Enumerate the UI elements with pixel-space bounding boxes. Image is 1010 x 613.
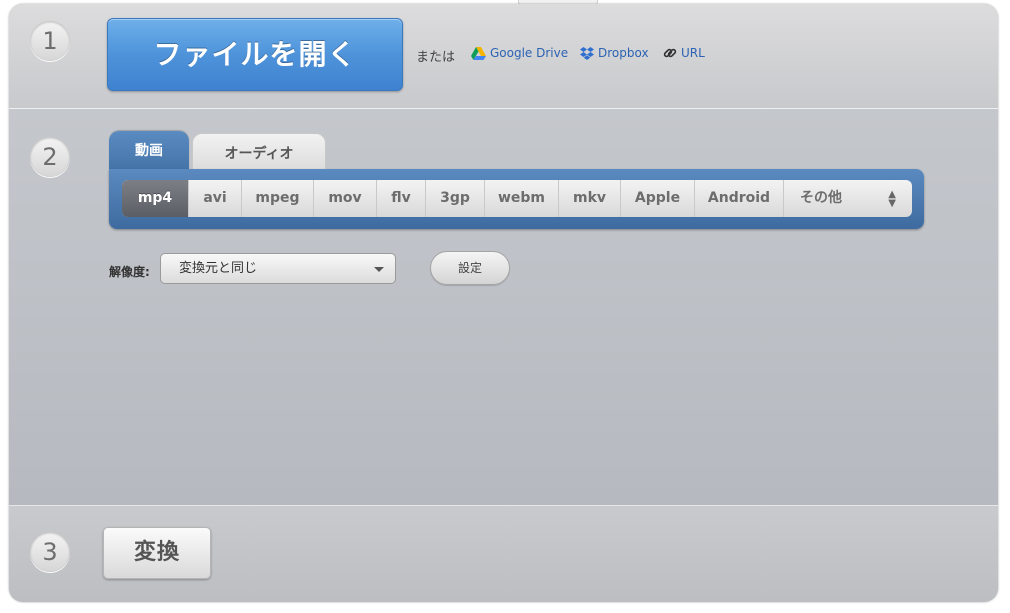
format-mp4[interactable]: mp4 bbox=[122, 180, 189, 217]
resolution-label: 解像度: bbox=[109, 265, 150, 279]
step-number-2: 2 bbox=[30, 137, 70, 177]
step-convert-section: 3 変換 bbox=[9, 506, 998, 602]
format-flv[interactable]: flv bbox=[377, 180, 426, 217]
step-format-section: 2 動画 オーディオ mp4 avi mpeg mov flv 3gp webm… bbox=[9, 109, 998, 506]
dropbox-link[interactable]: Dropbox bbox=[580, 46, 649, 60]
url-link[interactable]: URL bbox=[663, 46, 705, 60]
format-webm[interactable]: webm bbox=[485, 180, 559, 217]
or-label: または bbox=[416, 50, 456, 65]
format-bar: mp4 avi mpeg mov flv 3gp webm mkv Apple … bbox=[109, 169, 924, 229]
tab-audio[interactable]: オーディオ bbox=[192, 133, 326, 170]
google-drive-icon bbox=[471, 46, 486, 60]
up-down-arrow-icon: ▲ ▼ bbox=[888, 189, 896, 209]
open-file-button[interactable]: ファイルを開く bbox=[107, 18, 403, 91]
format-avi[interactable]: avi bbox=[189, 180, 242, 217]
format-android[interactable]: Android bbox=[695, 180, 784, 217]
dropbox-label: Dropbox bbox=[598, 46, 649, 60]
link-icon bbox=[663, 46, 677, 60]
format-list: mp4 avi mpeg mov flv 3gp webm mkv Apple … bbox=[122, 180, 912, 217]
chevron-down-icon bbox=[374, 267, 384, 272]
dropbox-icon bbox=[580, 46, 594, 60]
format-mpeg[interactable]: mpeg bbox=[242, 180, 314, 217]
google-drive-label: Google Drive bbox=[490, 46, 569, 60]
format-mkv[interactable]: mkv bbox=[559, 180, 621, 217]
resolution-value: 変換元と同じ bbox=[179, 261, 258, 276]
converter-panel: 1 ファイルを開く または Google Drive Dropbox URL 2… bbox=[9, 4, 998, 602]
google-drive-link[interactable]: Google Drive bbox=[471, 46, 568, 60]
step-open-file-section: 1 ファイルを開く または Google Drive Dropbox URL bbox=[9, 4, 998, 109]
step-number-3: 3 bbox=[30, 532, 70, 572]
format-3gp[interactable]: 3gp bbox=[426, 180, 485, 217]
convert-button[interactable]: 変換 bbox=[103, 527, 211, 579]
format-mov[interactable]: mov bbox=[314, 180, 377, 217]
format-other-label: その他 bbox=[800, 190, 842, 206]
format-other-select[interactable]: その他 ▲ ▼ bbox=[784, 180, 912, 217]
url-label: URL bbox=[681, 46, 705, 60]
settings-button[interactable]: 設定 bbox=[430, 251, 510, 285]
step-number-1: 1 bbox=[30, 21, 70, 61]
format-apple[interactable]: Apple bbox=[621, 180, 695, 217]
resolution-select[interactable]: 変換元と同じ bbox=[160, 253, 396, 284]
tab-video[interactable]: 動画 bbox=[109, 131, 189, 169]
